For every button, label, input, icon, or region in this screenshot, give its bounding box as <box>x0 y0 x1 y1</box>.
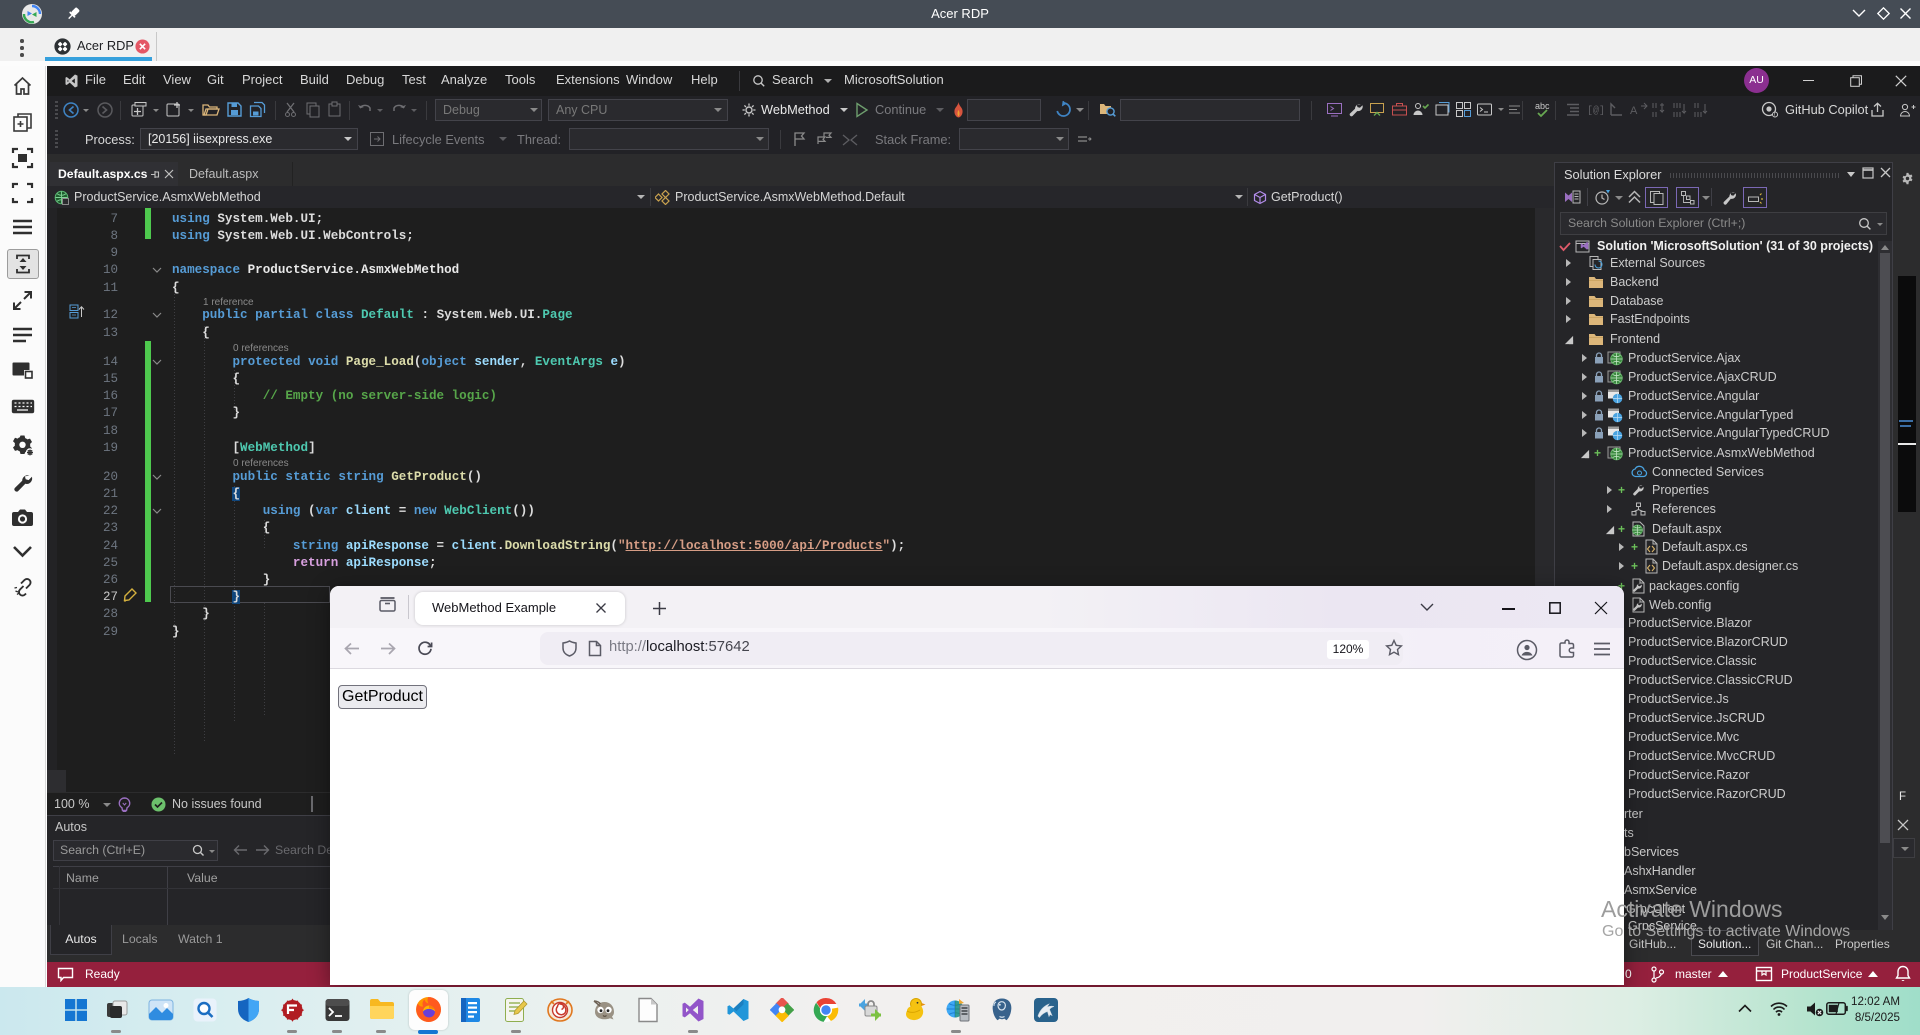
svg-text:abc: abc <box>1535 101 1550 111</box>
svg-text:[@]: [@] <box>1587 105 1604 117</box>
svg-text:!: ! <box>1774 112 1776 119</box>
svg-text:A: A <box>1630 105 1638 117</box>
